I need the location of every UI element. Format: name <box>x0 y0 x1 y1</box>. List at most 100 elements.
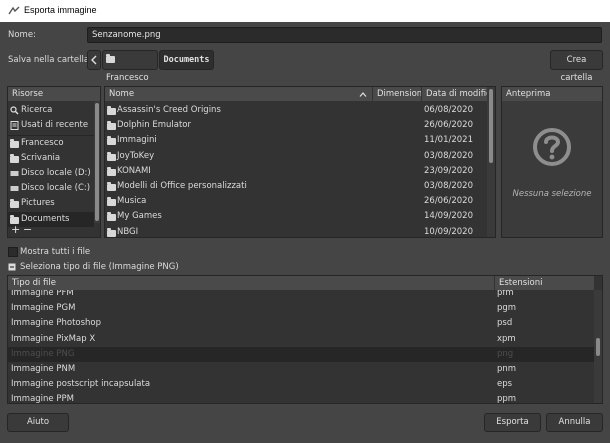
file-type-extension: png <box>497 348 514 359</box>
places-item-drive-d[interactable]: Disco locale (D:) <box>8 166 94 181</box>
no-selection-text: Nessuna selezione <box>512 189 592 199</box>
file-type-extension: eps <box>497 379 513 390</box>
show-all-files-label: Mostra tutti i file <box>20 247 91 257</box>
file-type-row[interactable]: Immagine PFM pfm <box>8 290 594 301</box>
file-type-name: Immagine PNM <box>11 364 76 374</box>
file-type-row[interactable]: Immagine PPM ppm <box>8 392 594 403</box>
title-bar: Esporta immagine <box>0 0 610 22</box>
file-row[interactable]: Musica 26/06/2020 <box>105 194 487 209</box>
search-icon <box>10 106 19 115</box>
places-item-recent[interactable]: Usati di recente <box>8 118 94 133</box>
export-image-dialog: Esporta immagine Nome: Senzanome.png Sal… <box>0 0 610 443</box>
places-item-label: Francesco <box>21 138 64 148</box>
file-type-name: Immagine Photoshop <box>11 318 102 329</box>
file-modified-date: 11/01/2021 <box>424 135 473 146</box>
column-header-name[interactable]: Nome <box>105 87 372 101</box>
create-folder-button[interactable]: Crea cartella <box>550 50 603 83</box>
file-name: NBGI <box>117 226 139 237</box>
file-row[interactable]: NBGI 10/09/2020 <box>105 225 487 237</box>
help-button[interactable]: Aiuto <box>7 413 69 432</box>
file-type-row[interactable]: Immagine PNM pnm <box>8 362 594 377</box>
places-item-pictures[interactable]: Pictures <box>8 196 94 211</box>
places-scrollbar[interactable] <box>94 101 100 223</box>
filename-input[interactable]: Senzanome.png <box>87 27 602 43</box>
file-type-name: Immagine PGM <box>11 303 76 314</box>
file-type-name: Immagine PixMap X <box>11 333 96 344</box>
column-header-label: Nome <box>109 89 135 99</box>
file-type-name: Immagine PNG <box>11 348 75 359</box>
path-back-button[interactable] <box>87 50 101 70</box>
places-item-search[interactable]: Ricerca <box>8 103 94 118</box>
file-type-row[interactable]: Immagine Photoshop psd <box>8 316 594 331</box>
places-item-francesco[interactable]: Francesco <box>8 136 94 151</box>
folder-icon <box>107 212 116 222</box>
places-item-label: Ricerca <box>21 105 53 115</box>
file-type-expander-label[interactable]: Seleziona tipo di file (Immagine PNG) <box>20 262 179 272</box>
folder-icon <box>107 121 116 131</box>
export-button[interactable]: Esporta <box>484 413 541 432</box>
file-row[interactable]: Dolphin Emulator 26/06/2020 <box>105 118 487 133</box>
file-row[interactable]: My Games 14/09/2020 <box>105 209 487 224</box>
file-modified-date: 23/09/2020 <box>424 165 473 176</box>
file-row[interactable]: KONAMI 23/09/2020 <box>105 164 487 179</box>
file-type-row[interactable]: Immagine PNG png <box>8 346 594 362</box>
remove-bookmark-button[interactable]: − <box>23 223 32 236</box>
file-row[interactable]: Assassin's Creed Origins 06/08/2020 <box>105 103 487 118</box>
file-type-extension: psd <box>497 318 513 329</box>
column-header-date[interactable]: Data di modifica <box>421 87 495 101</box>
places-item-label: Disco locale (D:) <box>21 168 91 178</box>
file-name: My Games <box>117 211 162 222</box>
folder-icon <box>107 227 116 237</box>
file-row[interactable]: JoyToKey 03/08/2020 <box>105 149 487 164</box>
file-type-extension: pnm <box>497 364 517 374</box>
file-name: KONAMI <box>117 165 151 176</box>
file-name: Musica <box>117 196 147 207</box>
preview-header: Anteprima <box>502 87 602 101</box>
collapse-icon[interactable] <box>8 263 16 271</box>
window-title: Esporta immagine <box>24 5 97 15</box>
column-header-extensions[interactable]: Estensioni <box>494 276 594 290</box>
places-item-documents[interactable]: Documents <box>8 212 94 227</box>
file-type-scrollbar[interactable] <box>594 290 602 403</box>
file-list-scrollbar-thumb[interactable] <box>489 89 493 163</box>
file-list-panel: Nome Dimensione Data di modifica Assassi… <box>104 86 496 238</box>
file-type-scrollbar-thumb[interactable] <box>596 338 600 356</box>
file-type-name: Immagine PFM <box>11 290 74 298</box>
path-segment-documents[interactable]: Documents <box>159 50 214 70</box>
question-mark-icon <box>533 128 571 166</box>
folder-icon <box>107 166 116 176</box>
places-scrollbar-thumb[interactable] <box>95 103 99 221</box>
folder-icon <box>10 139 19 148</box>
folder-icon <box>107 136 116 146</box>
path-segment-label: Francesco <box>106 73 149 83</box>
places-item-desktop[interactable]: Scrivania <box>8 151 94 166</box>
file-type-name: Immagine PPM <box>11 394 74 403</box>
cancel-button[interactable]: Annulla <box>546 413 603 432</box>
places-item-label: Scrivania <box>21 153 61 163</box>
places-panel: Risorse Ricerca Usati di recente Frances… <box>7 86 101 238</box>
file-modified-date: 10/09/2020 <box>424 226 473 237</box>
file-type-row[interactable]: Immagine PGM pgm <box>8 301 594 316</box>
file-modified-date: 03/08/2020 <box>424 181 473 191</box>
file-type-row[interactable]: Immagine postscript incapsulata eps <box>8 377 594 392</box>
file-type-row[interactable]: Immagine PixMap X xpm <box>8 332 594 347</box>
file-name: Dolphin Emulator <box>117 120 191 131</box>
folder-icon <box>107 182 116 191</box>
column-header-file-type[interactable]: Tipo di file <box>8 276 494 290</box>
file-row[interactable]: Modelli di Office personalizzati 03/08/20… <box>105 179 487 194</box>
path-segment-francesco[interactable]: Francesco <box>102 50 158 83</box>
file-list-scrollbar[interactable] <box>487 87 495 237</box>
file-row[interactable]: Immagini 11/01/2021 <box>105 133 487 148</box>
file-modified-date: 03/08/2020 <box>424 150 473 161</box>
places-item-label: Disco locale (C:) <box>21 183 91 193</box>
file-modified-date: 14/09/2020 <box>424 211 473 222</box>
column-header-size[interactable]: Dimensione <box>372 87 427 101</box>
add-bookmark-button[interactable]: + <box>11 223 20 236</box>
show-all-files-checkbox[interactable] <box>8 247 18 257</box>
sort-up-icon <box>359 92 367 97</box>
save-in-folder-label: Salva nella cartella: <box>8 55 92 65</box>
places-item-drive-c[interactable]: Disco locale (C:) <box>8 181 94 196</box>
folder-icon <box>10 199 19 208</box>
file-modified-date: 06/08/2020 <box>424 105 473 115</box>
file-type-list-panel: Tipo di file Estensioni Immagine PFM pfm I… <box>7 275 603 404</box>
